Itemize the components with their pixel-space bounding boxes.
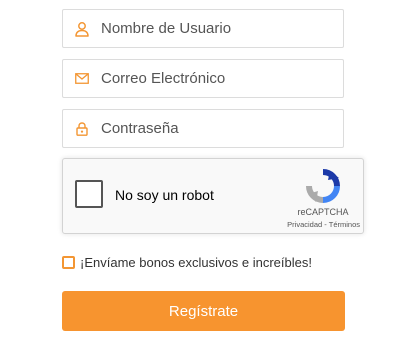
email-input[interactable] (101, 60, 331, 97)
privacy-link[interactable]: Privacidad (287, 220, 322, 229)
registration-form: No soy un robot reCAPTCHA Privacidad - T… (0, 0, 407, 344)
username-field[interactable] (62, 9, 344, 48)
username-input[interactable] (101, 10, 331, 47)
recaptcha-widget: No soy un robot reCAPTCHA Privacidad - T… (62, 158, 364, 234)
bonus-optin[interactable]: ¡Envíame bonos exclusivos e increíbles! (62, 255, 312, 270)
password-input[interactable] (101, 110, 331, 147)
bonus-label: ¡Envíame bonos exclusivos e increíbles! (80, 255, 312, 270)
register-button[interactable]: Regístrate (62, 291, 345, 331)
user-icon (63, 9, 101, 48)
envelope-icon (63, 59, 101, 98)
password-field[interactable] (62, 109, 344, 148)
terms-link[interactable]: Términos (329, 220, 360, 229)
bonus-checkbox[interactable] (62, 256, 75, 269)
lock-icon (63, 109, 101, 148)
recaptcha-logo-icon (306, 169, 340, 203)
recaptcha-label: No soy un robot (115, 187, 214, 203)
recaptcha-brand: reCAPTCHA (297, 207, 349, 217)
recaptcha-checkbox[interactable] (75, 180, 103, 208)
email-field[interactable] (62, 59, 344, 98)
recaptcha-links: Privacidad - Términos (268, 220, 360, 229)
